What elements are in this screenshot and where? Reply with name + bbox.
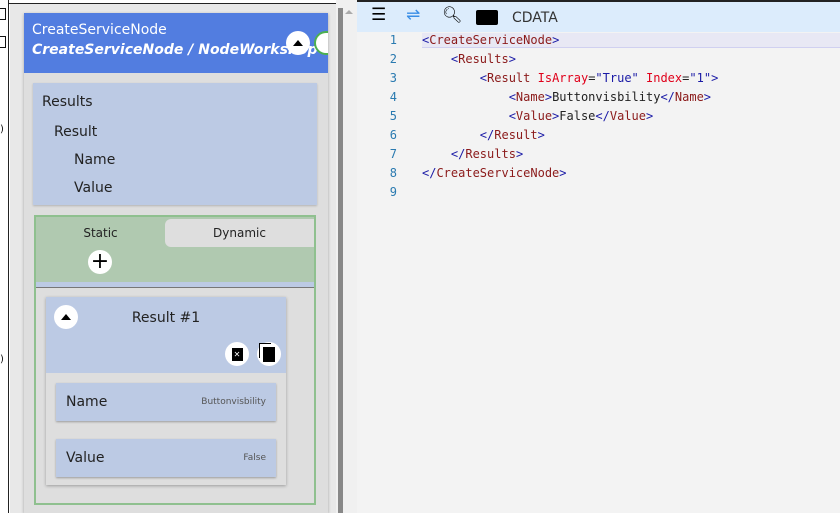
- code-line[interactable]: <Results>: [422, 52, 516, 66]
- code-token: "1": [689, 71, 712, 85]
- tree-item-value[interactable]: Value: [74, 180, 112, 196]
- scrollbar[interactable]: [336, 0, 357, 513]
- code-token: </: [422, 128, 495, 142]
- code-token: Buttonvisbility: [552, 90, 661, 104]
- code-token: </: [660, 90, 675, 104]
- code-token: Results: [465, 147, 516, 161]
- node-title: CreateServiceNode: [32, 22, 167, 38]
- code-token: Result: [487, 71, 531, 85]
- tree-item-result[interactable]: Result: [54, 124, 97, 140]
- code-token: Name: [515, 90, 545, 104]
- search-icon[interactable]: 🔍︎: [442, 5, 462, 24]
- format-icon[interactable]: ☰: [371, 5, 386, 25]
- copy-button[interactable]: [257, 342, 281, 366]
- code-line[interactable]: </Result>: [422, 128, 545, 142]
- code-token: Result: [494, 128, 538, 142]
- delete-button[interactable]: ✕: [225, 342, 249, 366]
- line-number: 3: [389, 71, 397, 85]
- code-token: Value: [609, 109, 646, 123]
- chevron-up-icon: [293, 40, 303, 46]
- line-number: 6: [389, 128, 397, 142]
- node-subtitle: CreateServiceNode / NodeWorkshop: [32, 42, 318, 58]
- result-card: Result #1 ✕ Name Buttonvisbility Value Fal…: [46, 297, 286, 485]
- result-title: Result #1: [131, 310, 201, 326]
- code-token: </: [595, 109, 610, 123]
- code-token: IsArray: [530, 71, 589, 85]
- add-button[interactable]: +: [88, 250, 112, 274]
- node-card: CreateServiceNode CreateServiceNode / No…: [24, 13, 328, 513]
- code-token: Results: [458, 52, 509, 66]
- tree-item-name[interactable]: Name: [74, 152, 115, 168]
- code-token: </: [422, 147, 466, 161]
- result-header: Result #1 ✕: [46, 297, 286, 373]
- xml-editor[interactable]: ☰ ⇌ 🔍︎ CDATA 1 <CreateServiceNode> 2 <Resu…: [357, 0, 840, 513]
- line-number: 1: [389, 33, 397, 47]
- cdata-button[interactable]: CDATA: [512, 10, 558, 26]
- connector-icon: ): [0, 124, 4, 135]
- node-header: CreateServiceNode CreateServiceNode / No…: [24, 13, 328, 73]
- results-tree: Results Result Name Value: [33, 83, 317, 205]
- value-field[interactable]: Value False: [56, 439, 276, 477]
- trash-icon: ✕: [231, 347, 243, 361]
- line-number: 4: [389, 90, 397, 104]
- code-line[interactable]: <Name>Buttonvisbility</Name>: [422, 90, 711, 104]
- code-token: >: [645, 109, 654, 123]
- code-token: CreateServiceNode: [429, 33, 553, 47]
- code-token: >: [544, 90, 553, 104]
- code-token: Value: [515, 109, 553, 123]
- collapse-button[interactable]: [286, 31, 310, 55]
- splitter[interactable]: [338, 8, 343, 513]
- code-token: </: [422, 166, 437, 180]
- code-token: <: [422, 109, 516, 123]
- code-token: Index: [638, 71, 683, 85]
- left-strip: ) ): [0, 0, 9, 513]
- line-number: 9: [389, 185, 397, 199]
- connector-icon: ): [0, 354, 4, 365]
- divider: [36, 287, 314, 288]
- code-token: >: [508, 52, 516, 66]
- code-token: >: [537, 128, 545, 142]
- field-label: Name: [66, 394, 108, 410]
- code-token: >: [552, 33, 560, 47]
- code-token: "True": [595, 71, 639, 85]
- tab-dynamic[interactable]: Dynamic: [165, 219, 314, 247]
- code-line[interactable]: <Result IsArray="True" Index="1">: [422, 71, 719, 85]
- expander-icon[interactable]: [0, 8, 6, 20]
- tab-container: Static Dynamic + Result #1 ✕ Name Buttonv…: [34, 215, 316, 505]
- code-token: <: [422, 71, 488, 85]
- code-token: CreateServiceNode: [436, 166, 560, 180]
- code-token: <: [422, 52, 459, 66]
- expander-icon[interactable]: [0, 36, 6, 48]
- code-line[interactable]: <Value>False</Value>: [422, 109, 654, 123]
- word-wrap-icon[interactable]: ⇌: [406, 5, 420, 25]
- tree-item-results[interactable]: Results: [42, 94, 93, 110]
- code-token: Name: [674, 90, 704, 104]
- field-value: False: [243, 453, 266, 463]
- code-token: >: [515, 147, 524, 161]
- name-field[interactable]: Name Buttonvisbility: [56, 383, 276, 421]
- code-line[interactable]: <CreateServiceNode>: [422, 33, 840, 48]
- code-line[interactable]: </Results>: [422, 147, 523, 161]
- panel-toggle-icon[interactable]: [476, 10, 498, 25]
- field-value: Buttonvisbility: [201, 397, 266, 407]
- plus-icon: +: [90, 249, 110, 274]
- editor-toolbar: ☰ ⇌ 🔍︎ CDATA: [357, 2, 840, 32]
- line-number: 7: [389, 147, 397, 161]
- line-number: 5: [389, 109, 397, 123]
- code-line[interactable]: </CreateServiceNode>: [422, 166, 567, 180]
- tab-bar: Static Dynamic +: [36, 217, 314, 287]
- code-token: False: [559, 109, 596, 123]
- tab-static[interactable]: Static: [36, 217, 165, 249]
- scroll-up-icon[interactable]: [345, 10, 353, 14]
- code-token: >: [703, 90, 712, 104]
- code-token: >: [711, 71, 719, 85]
- copy-icon: [263, 346, 275, 362]
- code-token: <: [422, 90, 516, 104]
- line-number: 2: [389, 52, 397, 66]
- field-label: Value: [66, 450, 105, 466]
- code-token: >: [559, 166, 567, 180]
- line-number: 8: [389, 166, 397, 180]
